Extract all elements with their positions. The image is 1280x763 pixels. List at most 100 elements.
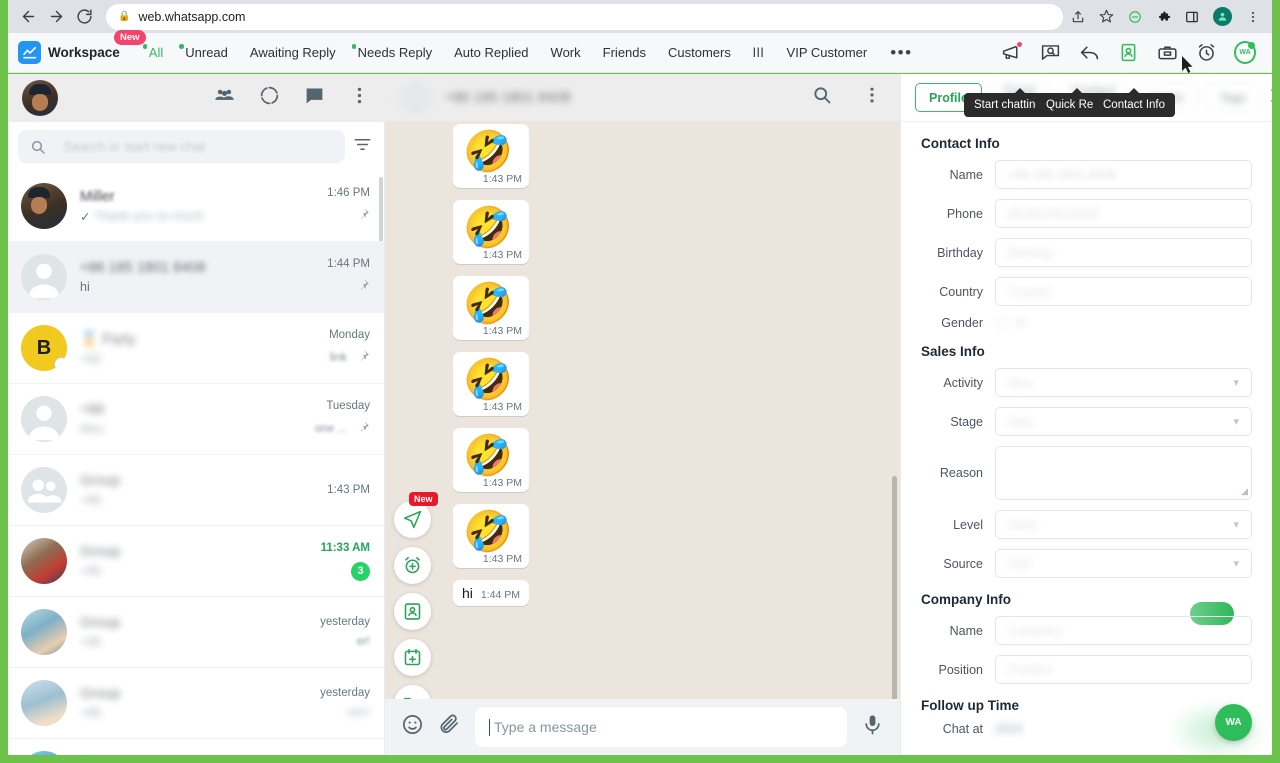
app-content: Search or start new chat Miller ✓ Thank y… (8, 74, 1272, 755)
address-bar[interactable]: 🔒 web.whatsapp.com (106, 3, 1063, 30)
level-select[interactable]: None ▾ (995, 510, 1252, 539)
message-bubble[interactable]: 🤣 1:43 PM (453, 428, 530, 492)
adblock-icon[interactable] (1128, 10, 1142, 24)
message-bubble[interactable]: 🤣 1:43 PM (453, 504, 530, 568)
share-icon[interactable] (1071, 10, 1085, 24)
reminder-add-button[interactable] (394, 547, 431, 584)
field-label: Level (953, 517, 983, 532)
list-item[interactable]: Group +86 yesterday er! (8, 597, 384, 668)
close-icon[interactable] (1268, 86, 1272, 110)
tab-friends[interactable]: Friends (592, 41, 657, 64)
avatar[interactable] (399, 80, 433, 115)
list-item[interactable]: +86 Mes Tuesday one ... (8, 384, 384, 455)
tab-tags[interactable]: Tags (1205, 83, 1261, 112)
field-reason: Reason ◢ (911, 446, 1252, 500)
radio-icon[interactable] (995, 316, 1008, 330)
whatsapp-plus-float-button[interactable]: WA (1215, 704, 1252, 741)
menu-icon[interactable] (349, 85, 370, 111)
message-bubble[interactable]: 🤣 1:43 PM (453, 124, 530, 188)
list-item[interactable]: Group +86 yesterday Sender! (8, 739, 384, 755)
company-name-field[interactable]: Company (995, 616, 1252, 645)
reload-icon[interactable] (70, 3, 98, 31)
avatar[interactable] (1213, 7, 1232, 26)
filter-icon[interactable] (353, 135, 372, 159)
list-item[interactable]: Group +86 1:43 PM (8, 455, 384, 526)
activity-select[interactable]: New ▾ (995, 368, 1252, 397)
menu-icon[interactable] (862, 85, 882, 110)
gender-radio-group[interactable]: M (995, 316, 1252, 330)
chevron-down-icon: ▾ (1233, 519, 1239, 531)
chevron-down-icon: ▾ (1233, 416, 1239, 428)
toolbox-icon[interactable] (1156, 42, 1178, 64)
broadcast-icon[interactable] (1000, 40, 1023, 64)
emoji-icon[interactable] (401, 713, 424, 741)
new-chat-icon[interactable] (304, 85, 325, 111)
quick-send-button[interactable]: New (394, 492, 438, 538)
search-input[interactable]: Search or start new chat (18, 130, 345, 163)
list-item[interactable]: +86 185 1801 8408 hi 1:44 PM (8, 242, 384, 313)
whatsapp-plus-icon[interactable]: WA (1234, 41, 1256, 64)
tab-all[interactable]: All (138, 41, 174, 64)
puzzle-icon[interactable] (1156, 9, 1171, 24)
name-field[interactable]: +86 185 1801 8408 (995, 160, 1252, 189)
workspace-brand[interactable]: Workspace New (18, 30, 146, 64)
resize-handle-icon[interactable]: ◢ (1241, 486, 1248, 497)
chat-preview-extra: er! (356, 636, 370, 648)
contact-card-icon[interactable] (1117, 42, 1139, 64)
alarm-clock-icon[interactable] (1195, 42, 1217, 64)
avatar (21, 396, 67, 442)
reason-textarea[interactable]: ◢ (995, 446, 1252, 500)
text-caret (489, 718, 490, 736)
status-icon[interactable] (259, 85, 280, 111)
emoji-message: 🤣 (463, 206, 513, 250)
birthday-field[interactable]: Birthday (995, 238, 1252, 267)
chat-list-scroll[interactable]: Miller ✓ Thank you so much 1:46 PM +86 18… (8, 171, 384, 755)
community-icon[interactable] (214, 85, 235, 111)
tab-lll[interactable]: lll (742, 41, 776, 64)
tab-customers[interactable]: Customers (657, 41, 742, 64)
contact-card-button[interactable] (394, 593, 431, 630)
microphone-icon[interactable] (861, 713, 884, 741)
star-icon[interactable] (1099, 9, 1114, 24)
search-icon[interactable] (812, 85, 832, 110)
position-field[interactable]: Position (995, 655, 1252, 684)
tab-unread[interactable]: Unread (174, 41, 239, 64)
source-select[interactable]: Self ▾ (995, 549, 1252, 578)
info-panel-content[interactable]: Contact Info Name +86 185 1801 8408 Phon… (901, 122, 1272, 755)
browser-action-icons (1071, 7, 1266, 26)
tab-vip-customer[interactable]: VIP Customer (776, 41, 879, 64)
kebab-menu-icon[interactable] (1246, 10, 1260, 24)
list-item[interactable]: Miller ✓ Thank you so much 1:46 PM (8, 171, 384, 242)
country-field[interactable]: Country (995, 277, 1252, 306)
message-timestamp: 1:43 PM (482, 173, 523, 185)
forward-arrow-icon[interactable] (42, 3, 70, 31)
message-bubble[interactable]: 🤣 1:43 PM (453, 352, 530, 416)
message-area[interactable]: 🤣 1:43 PM 🤣 1:43 PM 🤣 1:43 PM 🤣 1:43 PM (385, 121, 900, 699)
reply-icon[interactable] (1078, 42, 1100, 64)
tab-work[interactable]: Work (540, 41, 592, 64)
field-source: Source Self ▾ (911, 549, 1252, 578)
message-bubble[interactable]: 🤣 1:43 PM (453, 276, 530, 340)
field-value[interactable]: 2024 (995, 722, 1023, 736)
tab-needs-reply[interactable]: Needs Reply (347, 41, 443, 64)
list-item[interactable]: B 🏅 Party +62 Monday link (8, 313, 384, 384)
folder-reply-button[interactable] (394, 685, 431, 699)
message-bubble[interactable]: 🤣 1:43 PM (453, 200, 530, 264)
list-item[interactable]: Group +86 yesterday ster! (8, 668, 384, 739)
message-bubble[interactable]: hi 1:44 PM (453, 580, 530, 606)
back-arrow-icon[interactable] (14, 3, 42, 31)
message-input[interactable]: Type a message (475, 707, 847, 747)
side-panel-icon[interactable] (1185, 10, 1199, 24)
tab-awaiting-reply[interactable]: Awaiting Reply (239, 41, 347, 64)
tabs-overflow-button[interactable]: ••• (878, 43, 924, 63)
avatar[interactable] (22, 80, 58, 116)
stage-select[interactable]: New ▾ (995, 407, 1252, 436)
phone-field[interactable]: 8618518018408 (995, 199, 1252, 228)
tab-auto-replied[interactable]: Auto Replied (443, 41, 539, 64)
tab-label: Unread (185, 45, 228, 60)
chat-search-icon[interactable] (1039, 42, 1061, 64)
calendar-add-button[interactable] (394, 639, 431, 676)
list-item[interactable]: Group +86 11:33 AM 3 (8, 526, 384, 597)
paperclip-icon[interactable] (438, 713, 461, 741)
conversation-scrollbar[interactable] (892, 476, 897, 699)
